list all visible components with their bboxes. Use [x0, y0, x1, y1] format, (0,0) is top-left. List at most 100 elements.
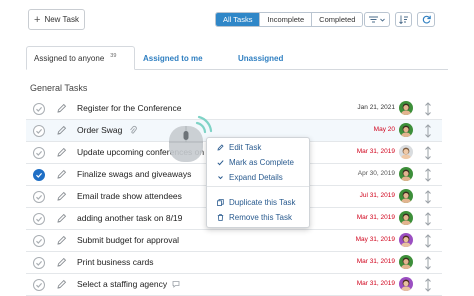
vertical-drag-handle-icon[interactable] — [424, 190, 432, 204]
speech-bubble-icon[interactable] — [172, 279, 180, 289]
checkmark-icon — [36, 216, 43, 222]
checkmark-icon — [36, 194, 43, 200]
avatar[interactable] — [399, 211, 413, 225]
tab-label: Assigned to anyone — [34, 53, 105, 63]
avatar-image — [399, 167, 413, 181]
due-date: Jul 31, 2019 — [359, 192, 395, 199]
vertical-drag-handle-icon[interactable] — [424, 168, 432, 182]
menu-expand-details[interactable]: Expand Details — [217, 171, 283, 184]
vertical-drag-handle-icon[interactable] — [424, 212, 432, 226]
task-title[interactable]: Select a staffing agency — [77, 279, 167, 289]
menu-label: Expand Details — [229, 173, 283, 182]
due-date: Mar 31, 2019 — [356, 258, 395, 265]
task-row[interactable]: Register for the Conference Jan 21, 2021 — [26, 98, 442, 120]
avatar[interactable] — [399, 277, 413, 291]
complete-checkbox[interactable] — [33, 257, 45, 269]
task-context-menu: Edit Task Mark as Complete Expand Detail… — [206, 137, 310, 228]
new-task-label: New Task — [44, 15, 79, 24]
task-title[interactable]: Print business cards — [77, 257, 154, 267]
pencil-icon — [217, 144, 224, 151]
due-date: May 31, 2019 — [355, 236, 395, 243]
due-date: May 20 — [373, 126, 395, 133]
complete-checkbox[interactable] — [33, 125, 45, 137]
task-title[interactable]: Order Swag — [77, 125, 122, 135]
list-options-button[interactable] — [364, 12, 390, 27]
chevron-down-icon — [218, 176, 223, 180]
task-title[interactable]: Submit budget for approval — [77, 235, 179, 245]
trash-icon — [217, 214, 224, 221]
task-title[interactable]: Email trade show attendees — [77, 191, 182, 201]
pencil-icon[interactable] — [56, 191, 67, 202]
task-title[interactable]: adding another task on 8/19 — [77, 213, 182, 223]
task-row[interactable]: Print business cards Mar 31, 2019 — [26, 252, 442, 274]
menu-duplicate-task[interactable]: Duplicate this Task — [217, 196, 296, 209]
complete-checkbox[interactable] — [33, 279, 45, 291]
pencil-icon[interactable] — [56, 147, 67, 158]
complete-checkbox[interactable] — [33, 191, 45, 203]
avatar[interactable] — [399, 233, 413, 247]
avatar[interactable] — [399, 167, 413, 181]
avatar[interactable] — [399, 101, 413, 115]
pencil-icon[interactable] — [56, 257, 67, 268]
avatar-image — [399, 123, 413, 137]
filter-incomplete[interactable]: Incomplete — [259, 13, 312, 26]
checkmark-icon — [36, 172, 43, 178]
pencil-icon[interactable] — [56, 235, 67, 246]
avatar-image — [399, 233, 413, 247]
checkmark-icon — [36, 282, 43, 288]
checkmark-icon — [217, 160, 224, 166]
avatar[interactable] — [399, 189, 413, 203]
due-date: Apr 30, 2019 — [357, 170, 395, 177]
vertical-drag-handle-icon[interactable] — [424, 124, 432, 138]
avatar[interactable] — [399, 145, 413, 159]
task-row[interactable]: Submit budget for approval May 31, 2019 — [26, 230, 442, 252]
complete-checkbox[interactable] — [33, 147, 45, 159]
due-date: Mar 31, 2019 — [356, 214, 395, 221]
avatar[interactable] — [399, 123, 413, 137]
assignment-tabs: Assigned to anyone 39 Assigned to me Una… — [26, 46, 448, 70]
checkmark-icon — [36, 150, 43, 156]
pencil-icon[interactable] — [56, 279, 67, 290]
task-count-badge: 39 — [110, 53, 117, 59]
vertical-drag-handle-icon[interactable] — [424, 146, 432, 160]
task-title[interactable]: Finalize swags and giveaways — [77, 169, 191, 179]
filter-all-tasks[interactable]: All Tasks — [216, 13, 260, 26]
tab-assigned-to-anyone[interactable]: Assigned to anyone 39 — [26, 46, 135, 70]
checkmark-icon — [36, 128, 43, 134]
menu-remove-task[interactable]: Remove this Task — [217, 211, 292, 224]
avatar[interactable] — [399, 255, 413, 269]
refresh-button[interactable] — [417, 12, 435, 27]
complete-checkbox[interactable] — [33, 169, 45, 181]
vertical-drag-handle-icon[interactable] — [424, 102, 432, 116]
due-date: Mar 31, 2019 — [356, 148, 395, 155]
vertical-drag-handle-icon[interactable] — [424, 256, 432, 270]
menu-edit-task[interactable]: Edit Task — [217, 141, 261, 154]
filter-completed[interactable]: Completed — [311, 13, 363, 26]
checkmark-icon — [36, 238, 43, 244]
complete-checkbox[interactable] — [33, 103, 45, 115]
pencil-icon[interactable] — [56, 103, 67, 114]
checkmark-icon — [36, 106, 43, 112]
pencil-icon[interactable] — [56, 169, 67, 180]
pencil-icon[interactable] — [56, 213, 67, 224]
sort-button[interactable] — [395, 12, 412, 27]
avatar-image — [399, 145, 413, 159]
section-title: General Tasks — [30, 83, 88, 93]
menu-label: Mark as Complete — [229, 158, 294, 167]
vertical-drag-handle-icon[interactable] — [424, 278, 432, 292]
tab-unassigned[interactable]: Unassigned — [238, 46, 283, 70]
avatar-image — [399, 255, 413, 269]
complete-checkbox[interactable] — [33, 235, 45, 247]
menu-mark-complete[interactable]: Mark as Complete — [217, 156, 294, 169]
refresh-icon — [422, 15, 431, 24]
pencil-icon[interactable] — [56, 125, 67, 136]
task-title[interactable]: Register for the Conference — [77, 103, 181, 113]
checkmark-icon — [36, 260, 43, 266]
paperclip-icon[interactable] — [129, 125, 137, 135]
task-row[interactable]: Select a staffing agency Mar 31, 2019 — [26, 274, 442, 296]
vertical-drag-handle-icon[interactable] — [424, 234, 432, 248]
new-task-button[interactable]: + New Task — [28, 9, 85, 30]
complete-checkbox[interactable] — [33, 213, 45, 225]
avatar-image — [399, 277, 413, 291]
tab-assigned-to-me[interactable]: Assigned to me — [143, 46, 203, 70]
